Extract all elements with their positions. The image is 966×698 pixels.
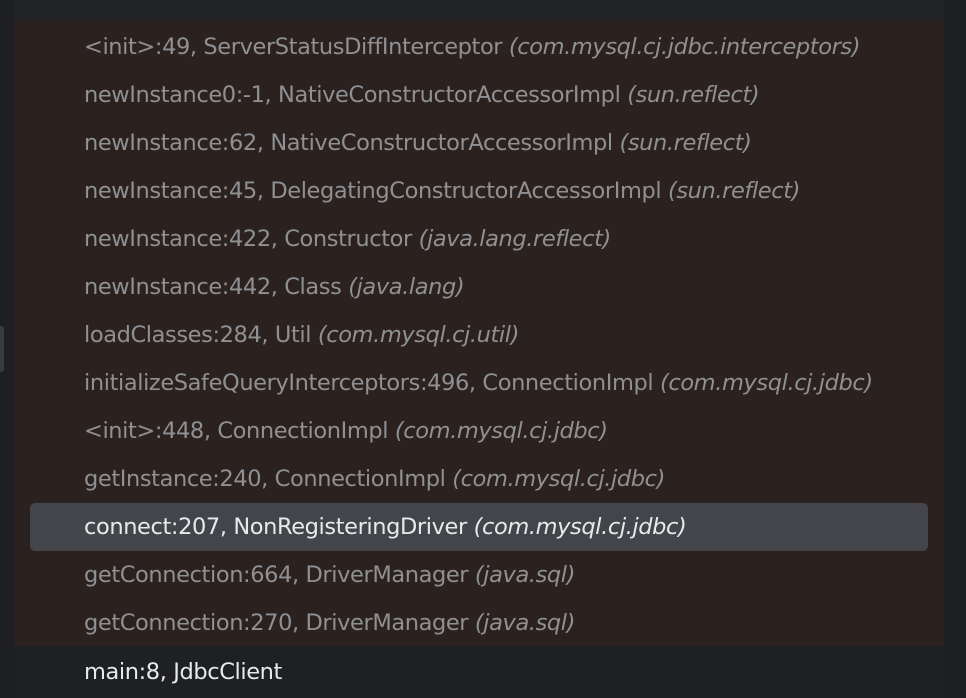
frame-method: newInstance0:-1, NativeConstructorAccess…	[84, 82, 621, 108]
stack-frame-item[interactable]: loadClasses:284, Util (com.mysql.cj.util…	[14, 311, 944, 359]
frame-package: (java.sql)	[474, 562, 576, 588]
stack-frame-item[interactable]: initializeSafeQueryInterceptors:496, Con…	[14, 359, 944, 407]
right-edge	[944, 0, 966, 698]
stack-frame-item[interactable]: newInstance:45, DelegatingConstructorAcc…	[14, 167, 944, 215]
stack-frame-item[interactable]: <init>:49, ServerStatusDiffInterceptor (…	[14, 23, 944, 71]
frame-method: newInstance:45, DelegatingConstructorAcc…	[84, 178, 662, 204]
frame-package: (java.lang)	[348, 274, 465, 300]
frame-method: newInstance:62, NativeConstructorAccesso…	[84, 130, 613, 156]
stack-frame-item[interactable]: getInstance:240, ConnectionImpl (com.mys…	[14, 455, 944, 503]
debugger-frames-window: <init>:49, ServerStatusDiffInterceptor (…	[0, 0, 966, 698]
main-frame-label: main:8, JdbcClient	[84, 659, 282, 685]
stack-frame-item[interactable]: newInstance:442, Class (java.lang)	[14, 263, 944, 311]
frame-package: (com.mysql.cj.jdbc)	[473, 514, 687, 540]
stack-frame-item[interactable]: newInstance0:-1, NativeConstructorAccess…	[14, 71, 944, 119]
resize-handle[interactable]	[0, 326, 4, 372]
frame-method: initializeSafeQueryInterceptors:496, Con…	[84, 370, 654, 396]
stack-frame-item[interactable]: getConnection:270, DriverManager (java.s…	[14, 599, 944, 647]
frame-method: loadClasses:284, Util	[84, 322, 312, 348]
stack-frame-item[interactable]: getConnection:664, DriverManager (java.s…	[14, 551, 944, 599]
frame-package: (com.mysql.cj.jdbc)	[394, 418, 608, 444]
frame-package: (com.mysql.cj.jdbc.interceptors)	[508, 34, 861, 60]
stack-frame-item-selected[interactable]: connect:207, NonRegisteringDriver (com.m…	[14, 503, 944, 551]
frame-method: getConnection:664, DriverManager	[84, 562, 469, 588]
stack-frame-item[interactable]: newInstance:422, Constructor (java.lang.…	[14, 215, 944, 263]
frame-package: (sun.reflect)	[667, 178, 801, 204]
frame-package: (java.sql)	[474, 610, 576, 636]
stack-frame-item[interactable]: <init>:448, ConnectionImpl (com.mysql.cj…	[14, 407, 944, 455]
frame-method: newInstance:442, Class	[84, 274, 342, 300]
frame-package: (sun.reflect)	[627, 82, 760, 108]
frame-package: (com.mysql.cj.jdbc)	[659, 370, 873, 396]
frame-package: (sun.reflect)	[619, 130, 752, 156]
frame-method: <init>:49, ServerStatusDiffInterceptor	[84, 34, 503, 60]
frame-package: (java.lang.reflect)	[418, 226, 612, 252]
top-bar	[14, 0, 944, 20]
frame-method: newInstance:422, Constructor	[84, 226, 412, 252]
frame-package: (com.mysql.cj.jdbc)	[452, 466, 666, 492]
stack-frame-item[interactable]: newInstance:62, NativeConstructorAccesso…	[14, 119, 944, 167]
frame-method: getInstance:240, ConnectionImpl	[84, 466, 446, 492]
frame-method: <init>:448, ConnectionImpl	[84, 418, 389, 444]
stack-frames-list: <init>:49, ServerStatusDiffInterceptor (…	[14, 23, 944, 647]
frame-method: connect:207, NonRegisteringDriver	[84, 514, 467, 540]
frame-method: getConnection:270, DriverManager	[84, 610, 469, 636]
frame-package: (com.mysql.cj.util)	[317, 322, 520, 348]
